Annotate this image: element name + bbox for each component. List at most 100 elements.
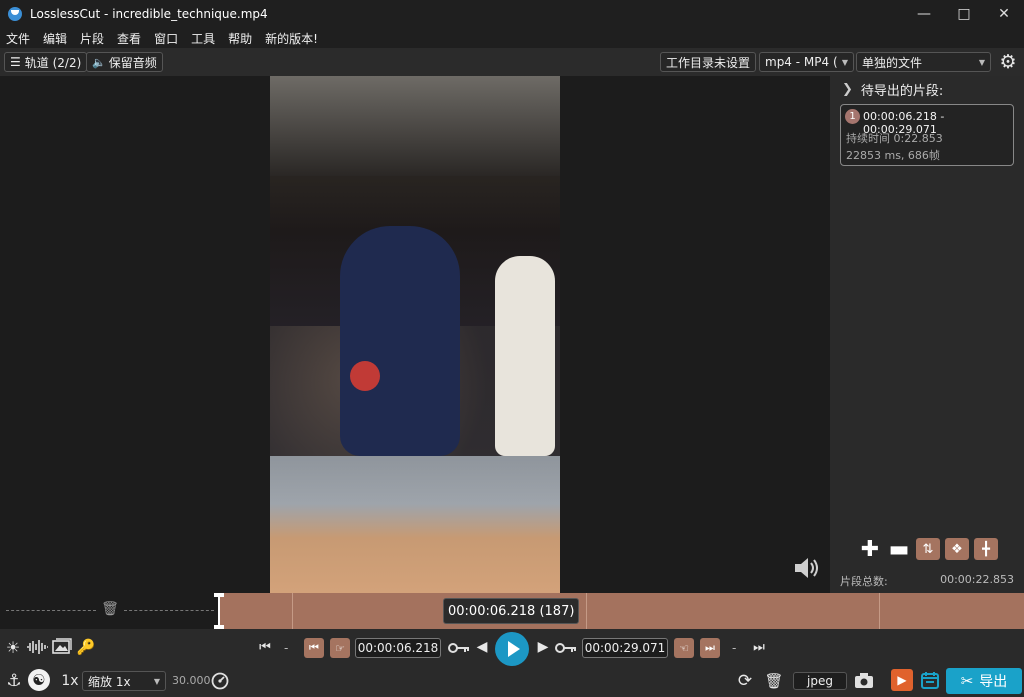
- timeline-track-line: [124, 610, 214, 611]
- jump-start-icon[interactable]: ⏮: [257, 638, 273, 656]
- list-icon: ☰: [10, 55, 21, 69]
- speaker-icon: 🔈: [92, 55, 106, 69]
- video-stage-background: [270, 76, 560, 176]
- title-bar: LosslessCut - incredible_technique.mp4 —…: [0, 0, 1024, 28]
- thumbnails-icon[interactable]: [52, 638, 72, 656]
- previous-frame-icon[interactable]: ◀: [475, 638, 489, 656]
- set-end-hand-icon[interactable]: ☜: [674, 638, 694, 658]
- minimize-button[interactable]: —: [904, 0, 944, 28]
- menu-help[interactable]: 帮助: [228, 30, 252, 47]
- capture-format-select[interactable]: jpeg: [793, 672, 847, 690]
- anchor-icon[interactable]: ⚓: [4, 670, 24, 692]
- sort-segments-icon[interactable]: ⇅: [916, 538, 940, 560]
- rotate-icon[interactable]: ⟳: [734, 670, 756, 692]
- video-frame[interactable]: [270, 76, 560, 593]
- speedometer-icon[interactable]: [211, 672, 229, 690]
- format-value: mp4 - MP4 (M: [765, 55, 838, 69]
- segment-duration: 持续时间 0:22.853: [846, 132, 943, 145]
- segments-total-value: 00:00:22.853: [940, 573, 1014, 586]
- segments-panel-title: 待导出的片段:: [860, 84, 944, 99]
- export-button[interactable]: ✂ 导出: [946, 668, 1022, 694]
- export-label: 导出: [979, 674, 1008, 690]
- jump-end-icon[interactable]: ⏭: [751, 638, 767, 656]
- tag-icon[interactable]: ❖: [945, 538, 969, 560]
- segments-panel-header[interactable]: ❯ 待导出的片段:: [842, 80, 943, 99]
- brightness-icon[interactable]: ☀: [4, 637, 22, 657]
- jump-segment-start-button[interactable]: ⏮: [304, 638, 324, 658]
- keyframe-right-icon[interactable]: [555, 641, 577, 655]
- zoom-select[interactable]: 缩放 1x ▼: [82, 671, 166, 691]
- fps-value: 30.000: [172, 674, 211, 687]
- menu-bar: 文件 编辑 片段 查看 窗口 工具 帮助 新的版本!: [0, 28, 1024, 48]
- menu-new-version[interactable]: 新的版本!: [265, 30, 318, 47]
- top-toolbar: ☰ 轨道 (2/2) 🔈 保留音频 工作目录未设置 mp4 - MP4 (M ▼…: [0, 48, 1024, 76]
- close-button[interactable]: ✕: [984, 0, 1024, 28]
- segment-actions: ✚ ▬ ⇅ ❖ ╋: [858, 537, 1003, 562]
- bottom-controls: ☀ 🔑 ⏮ - ⏮ ☞ 00:00:06.218 ◀ ▶ 00:00:29.07…: [0, 629, 1024, 697]
- chevron-down-icon: ▼: [841, 57, 848, 67]
- current-time-display[interactable]: 00:00:06.218 (187): [443, 598, 580, 624]
- remove-segment-icon[interactable]: ▬: [887, 537, 911, 562]
- menu-segments[interactable]: 片段: [80, 30, 104, 47]
- chevron-down-icon: ▼: [978, 57, 985, 67]
- key-icon[interactable]: 🔑: [77, 637, 96, 657]
- segments-panel: ❯ 待导出的片段: 1 00:00:06.218 - 00:00:29.071 …: [830, 76, 1024, 593]
- trash-icon[interactable]: 🗑: [101, 601, 119, 621]
- segment-end-time-input[interactable]: 00:00:29.071: [582, 638, 668, 658]
- tracks-button[interactable]: ☰ 轨道 (2/2): [4, 52, 88, 72]
- segments-total-label: 片段总数:: [840, 575, 888, 588]
- keyframe-left-icon[interactable]: [448, 641, 470, 655]
- video-bystander: [495, 256, 555, 456]
- calendar-icon[interactable]: [920, 670, 940, 690]
- camera-icon[interactable]: [854, 672, 874, 689]
- playback-speed[interactable]: 1x: [60, 671, 80, 691]
- menu-view[interactable]: 查看: [117, 30, 141, 47]
- timeline-segment[interactable]: [219, 593, 1024, 629]
- next-frame-icon[interactable]: ▶: [536, 638, 550, 656]
- video-ball: [350, 361, 380, 391]
- timeline-gridline: [879, 593, 880, 629]
- jump-segment-end-button[interactable]: ⏭: [700, 638, 720, 658]
- waveform-icon[interactable]: [26, 639, 48, 655]
- chevron-down-icon: ▼: [153, 676, 160, 686]
- set-start-hand-icon[interactable]: ☞: [330, 638, 350, 658]
- timeline[interactable]: 🗑 00:00:06.218 (187): [0, 593, 1024, 629]
- segment-frames: 22853 ms, 686帧: [846, 149, 940, 162]
- add-segment-icon[interactable]: ✚: [858, 537, 882, 562]
- timeline-gridline: [292, 593, 293, 629]
- segment-card[interactable]: 1 00:00:06.218 - 00:00:29.071 持续时间 0:22.…: [840, 104, 1014, 166]
- window-title: LosslessCut - incredible_technique.mp4: [30, 7, 268, 21]
- segment-start-time-input[interactable]: 00:00:06.218: [355, 638, 441, 658]
- tracks-label: 轨道 (2/2): [24, 55, 82, 70]
- settings-gear-icon[interactable]: ⚙: [998, 52, 1018, 72]
- playhead[interactable]: [218, 593, 220, 629]
- output-mode-value: 单独的文件: [862, 55, 923, 70]
- maximize-button[interactable]: □: [944, 0, 984, 28]
- keep-audio-button[interactable]: 🔈 保留音频: [86, 52, 163, 72]
- trash-icon[interactable]: 🗑: [764, 670, 783, 692]
- working-directory-button[interactable]: 工作目录未设置: [660, 52, 757, 72]
- zoom-value: 缩放 1x: [88, 674, 131, 689]
- segment-number-badge: 1: [845, 109, 860, 124]
- video-player-area[interactable]: [0, 76, 830, 593]
- keep-audio-label: 保留音频: [108, 55, 157, 70]
- split-segment-icon[interactable]: ╋: [974, 538, 998, 560]
- timeline-gridline: [586, 593, 587, 629]
- menu-edit[interactable]: 编辑: [43, 30, 67, 47]
- export-segments-play-icon[interactable]: ▶: [891, 669, 913, 691]
- menu-tools[interactable]: 工具: [191, 30, 215, 47]
- yin-yang-icon[interactable]: ☯: [28, 669, 50, 691]
- play-button[interactable]: [495, 632, 529, 666]
- video-dancer: [340, 226, 460, 456]
- separator-dash: -: [732, 641, 737, 655]
- volume-icon[interactable]: [793, 556, 823, 580]
- scissors-icon: ✂: [960, 672, 974, 690]
- format-select[interactable]: mp4 - MP4 (M ▼: [759, 52, 854, 72]
- video-floor: [270, 456, 560, 593]
- output-mode-select[interactable]: 单独的文件 ▼: [856, 52, 991, 72]
- menu-file[interactable]: 文件: [6, 30, 30, 47]
- menu-window[interactable]: 窗口: [154, 30, 178, 47]
- playhead-top: [214, 593, 224, 597]
- chevron-right-icon[interactable]: ❯: [842, 82, 853, 97]
- timeline-track-line: [6, 610, 96, 611]
